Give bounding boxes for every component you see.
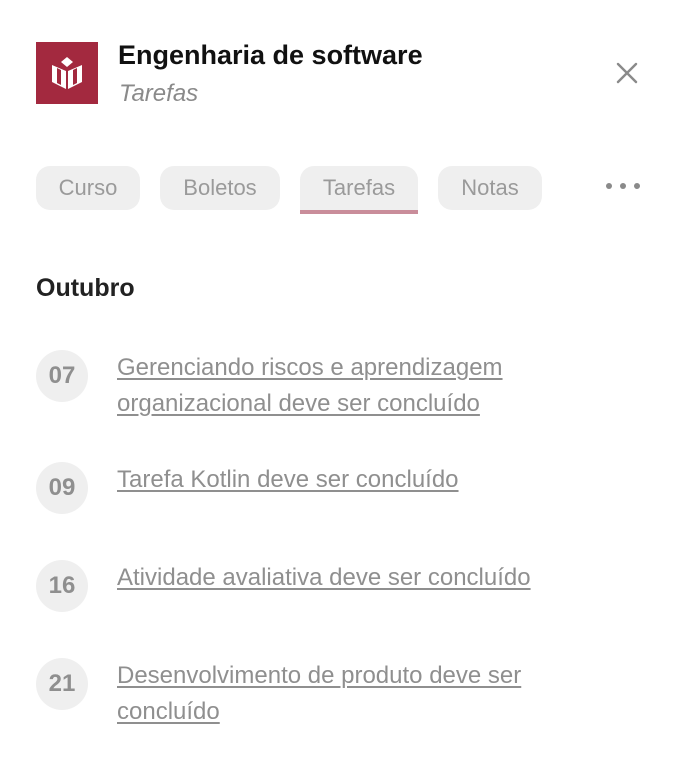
tab-curso[interactable]: Curso: [36, 166, 140, 210]
tab-tarefas[interactable]: Tarefas: [300, 166, 418, 214]
more-tabs-button[interactable]: [606, 178, 640, 194]
tab-label: Notas: [461, 175, 519, 200]
task-link[interactable]: Tarefa Kotlin deve ser concluído: [117, 462, 617, 498]
tab-label: Curso: [58, 175, 118, 200]
close-button[interactable]: [612, 58, 642, 88]
active-tab-indicator: [300, 210, 418, 214]
tab-boletos[interactable]: Boletos: [160, 166, 280, 210]
more-horizontal-icon: [634, 183, 640, 189]
more-horizontal-icon: [606, 183, 612, 189]
day-badge: 09: [36, 462, 88, 514]
book-shield-icon: [52, 57, 82, 89]
task-link[interactable]: Atividade avaliativa deve ser concluído: [117, 560, 617, 596]
tab-label: Boletos: [183, 175, 257, 200]
day-badge: 21: [36, 658, 88, 710]
month-heading: Outubro: [36, 274, 135, 302]
task-panel: Engenharia de software Tarefas Curso Bol…: [0, 0, 674, 770]
close-icon: [616, 62, 638, 84]
task-link[interactable]: Gerenciando riscos e aprendizagem organi…: [117, 350, 617, 422]
day-badge: 07: [36, 350, 88, 402]
day-badge: 16: [36, 560, 88, 612]
tab-notas[interactable]: Notas: [438, 166, 542, 210]
tab-label: Tarefas: [322, 175, 396, 200]
more-horizontal-icon: [620, 183, 626, 189]
course-logo: [36, 42, 98, 104]
page-title: Engenharia de software: [118, 40, 423, 70]
task-link[interactable]: Desenvolvimento de produto deve ser conc…: [117, 658, 617, 730]
page-subtitle: Tarefas: [119, 80, 199, 107]
